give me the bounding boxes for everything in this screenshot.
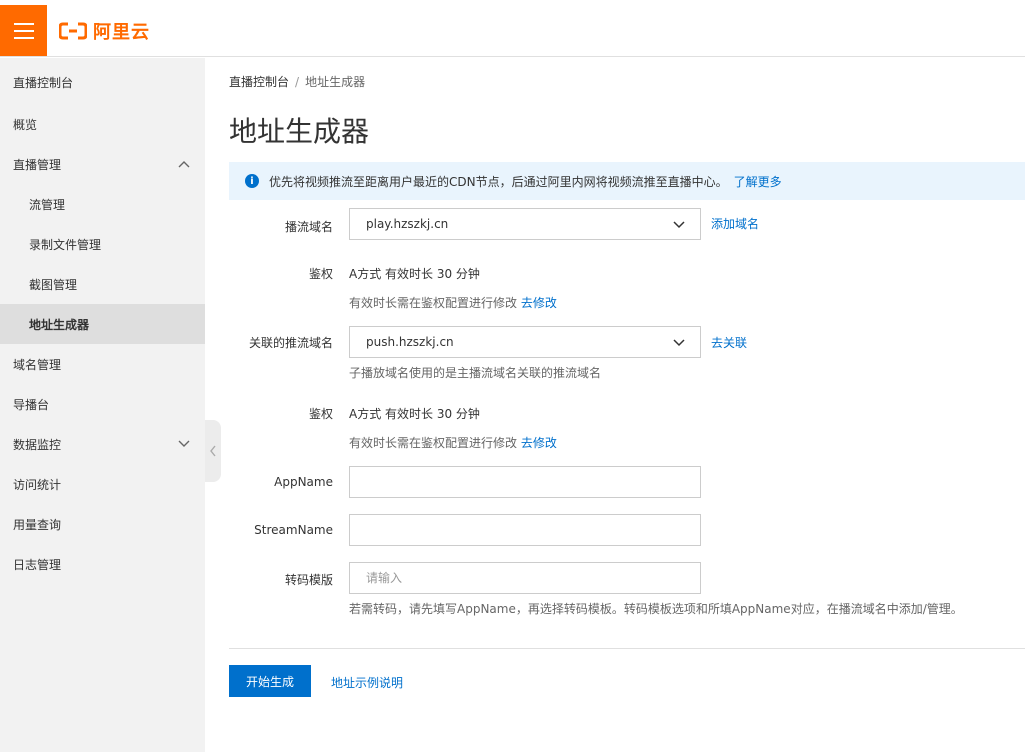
sidebar-item-director[interactable]: 导播台 <box>0 384 205 424</box>
start-generate-button[interactable]: 开始生成 <box>229 665 311 697</box>
auth-label: 鉴权 <box>308 267 333 281</box>
top-bar: 阿里云 <box>0 5 1025 57</box>
info-icon: i <box>245 174 259 188</box>
chevron-down-icon <box>673 339 685 347</box>
push-domain-label: 关联的推流域名 <box>248 336 333 350</box>
breadcrumb-separator: / <box>295 75 300 89</box>
app-name-label: AppName <box>274 475 333 489</box>
sidebar-item-log-management[interactable]: 日志管理 <box>0 544 205 584</box>
breadcrumb-current: 地址生成器 <box>305 75 366 89</box>
transcode-template-label: 转码模版 <box>284 573 333 587</box>
notice-text: 优先将视频推流至距离用户最近的CDN节点，后通过阿里内网将视频流推至直播中心。 <box>269 174 728 189</box>
auth-value: A方式 有效时长 30 分钟 <box>349 407 480 421</box>
sidebar-item-label: 截图管理 <box>29 277 78 292</box>
sidebar-item-label: 直播控制台 <box>13 75 74 90</box>
auth-hint-text: 有效时长需在鉴权配置进行修改 <box>349 296 518 310</box>
modify-auth-link[interactable]: 去修改 <box>521 436 557 450</box>
chevron-left-icon <box>210 445 216 457</box>
transcode-template-input[interactable] <box>349 562 701 594</box>
brand-name: 阿里云 <box>93 22 150 43</box>
sidebar-item-data-monitoring[interactable]: 数据监控 <box>0 424 205 464</box>
aliyun-logo[interactable]: 阿里云 <box>59 19 150 43</box>
chevron-down-icon <box>178 440 190 447</box>
page-title: 地址生成器 <box>229 115 370 148</box>
aliyun-logo-icon <box>59 22 87 40</box>
play-domain-value: play.hzszkj.cn <box>366 217 449 231</box>
sidebar-item-label: 地址生成器 <box>29 317 90 332</box>
auth-hint-text: 有效时长需在鉴权配置进行修改 <box>349 436 518 450</box>
push-domain-hint: 子播放域名使用的是主播流域名关联的推流域名 <box>349 366 602 380</box>
divider <box>229 648 1025 649</box>
sidebar-item-access-stats[interactable]: 访问统计 <box>0 464 205 504</box>
sidebar-item-label: 导播台 <box>13 397 50 412</box>
push-domain-select[interactable]: push.hzszkj.cn <box>349 326 701 358</box>
breadcrumb: 直播控制台 / 地址生成器 <box>229 73 365 90</box>
sidebar-item-label: 流管理 <box>29 197 66 212</box>
sidebar-item-label: 访问统计 <box>13 477 62 492</box>
breadcrumb-root[interactable]: 直播控制台 <box>229 75 289 89</box>
info-notice: i 优先将视频推流至距离用户最近的CDN节点，后通过阿里内网将视频流推至直播中心… <box>229 162 1025 200</box>
add-domain-link[interactable]: 添加域名 <box>711 215 759 232</box>
app-name-input[interactable] <box>349 466 701 498</box>
sidebar-item-label: 用量查询 <box>13 517 62 532</box>
push-domain-value: push.hzszkj.cn <box>366 335 454 349</box>
learn-more-link[interactable]: 了解更多 <box>734 173 782 190</box>
auth-hint: 有效时长需在鉴权配置进行修改 去修改 <box>349 434 557 451</box>
sidebar-item-domain-management[interactable]: 域名管理 <box>0 344 205 384</box>
chevron-down-icon <box>673 221 685 229</box>
sidebar-item-screenshots[interactable]: 截图管理 <box>0 264 205 304</box>
transcode-hint: 若需转码，请先填写AppName，再选择转码模板。转码模板选项和所填AppNam… <box>349 602 963 616</box>
chevron-up-icon <box>178 161 190 168</box>
sidebar-item-console[interactable]: 直播控制台 <box>0 62 205 102</box>
sidebar-item-label: 直播管理 <box>13 157 62 172</box>
stream-name-input[interactable] <box>349 514 701 546</box>
hamburger-menu-icon[interactable] <box>0 5 47 56</box>
auth-value: A方式 有效时长 30 分钟 <box>349 267 480 281</box>
play-domain-select[interactable]: play.hzszkj.cn <box>349 208 701 240</box>
link-domain-link[interactable]: 去关联 <box>711 334 747 351</box>
sidebar-item-recording-files[interactable]: 录制文件管理 <box>0 224 205 264</box>
sidebar-item-stream-management[interactable]: 流管理 <box>0 184 205 224</box>
play-domain-label: 播流域名 <box>284 220 333 234</box>
sidebar-collapse-toggle[interactable] <box>205 420 221 482</box>
sidebar-item-label: 日志管理 <box>13 557 62 572</box>
auth-hint: 有效时长需在鉴权配置进行修改 去修改 <box>349 294 557 311</box>
sidebar: 直播控制台 概览 直播管理 流管理 录制文件管理 截图管理 地址生成器 域名管理… <box>0 58 205 752</box>
address-example-link[interactable]: 地址示例说明 <box>331 674 403 691</box>
sidebar-item-label: 数据监控 <box>13 437 62 452</box>
sidebar-item-overview[interactable]: 概览 <box>0 104 205 144</box>
modify-auth-link[interactable]: 去修改 <box>521 296 557 310</box>
sidebar-item-usage-query[interactable]: 用量查询 <box>0 504 205 544</box>
sidebar-item-live-management[interactable]: 直播管理 <box>0 144 205 184</box>
sidebar-item-label: 录制文件管理 <box>29 237 102 252</box>
sidebar-item-label: 概览 <box>13 117 38 132</box>
sidebar-item-address-generator[interactable]: 地址生成器 <box>0 304 205 344</box>
sidebar-item-label: 域名管理 <box>13 357 62 372</box>
auth-label: 鉴权 <box>308 407 333 421</box>
main-content: 直播控制台 / 地址生成器 地址生成器 i 优先将视频推流至距离用户最近的CDN节点… <box>229 58 1025 752</box>
stream-name-label: StreamName <box>254 523 333 537</box>
